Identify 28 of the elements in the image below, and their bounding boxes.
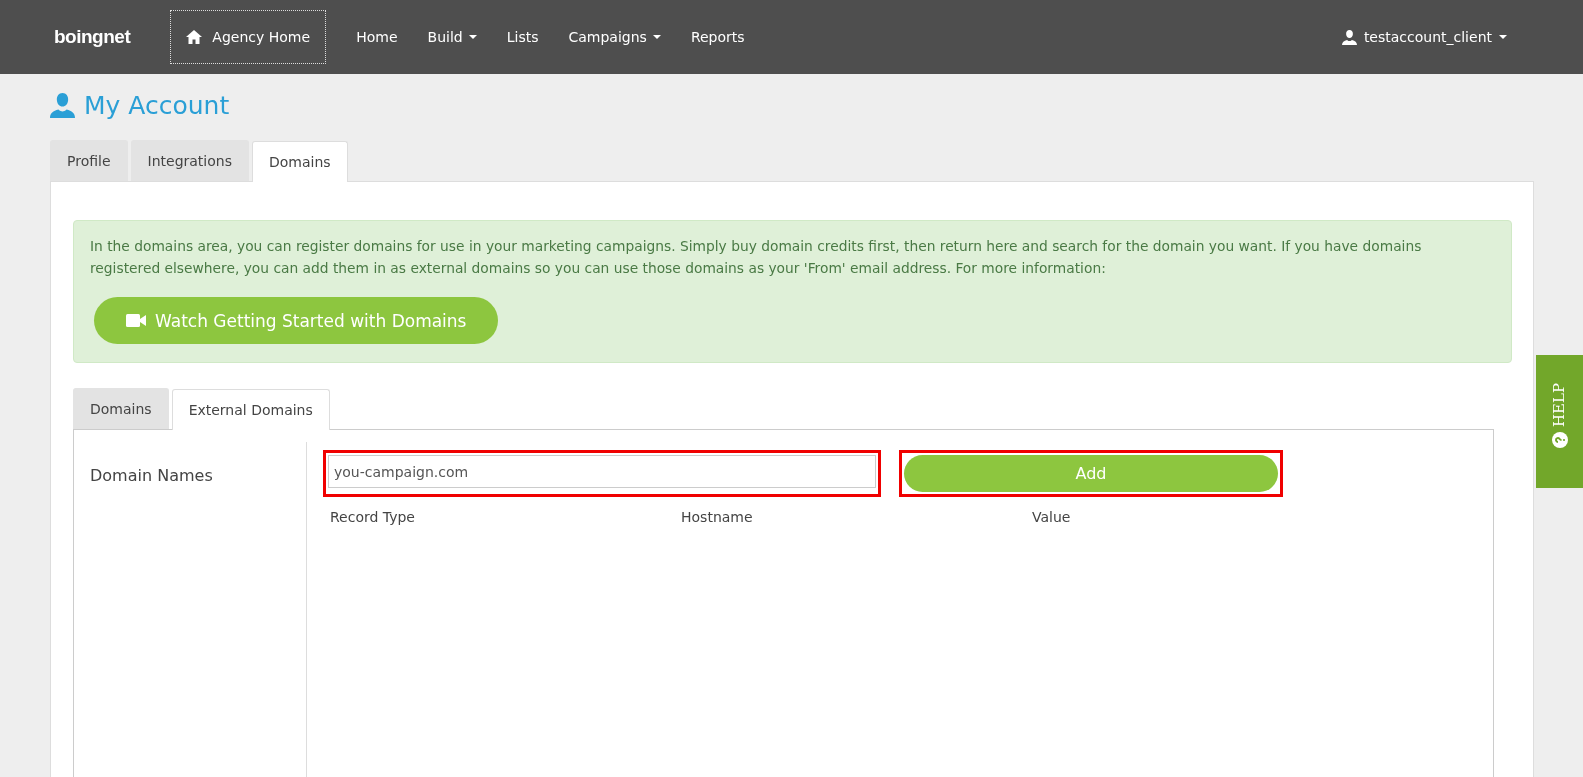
user-icon bbox=[50, 92, 75, 118]
caret-icon bbox=[652, 35, 661, 39]
nav-link[interactable]: Reports bbox=[690, 29, 745, 45]
nav-link[interactable]: Campaigns bbox=[568, 29, 661, 45]
form-label: Domain Names bbox=[90, 466, 213, 485]
page-title: My Account bbox=[84, 90, 230, 120]
tab[interactable]: Domains bbox=[73, 388, 169, 429]
logo[interactable]: boingnet bbox=[54, 26, 131, 48]
user-icon bbox=[1341, 29, 1357, 45]
nav-link[interactable]: Build bbox=[427, 29, 477, 45]
home-icon bbox=[186, 30, 203, 44]
column-header: Record Type bbox=[330, 509, 416, 525]
caret-icon bbox=[468, 35, 477, 39]
column-header: Value bbox=[1032, 509, 1072, 525]
domain-input[interactable]: you-campaign.com bbox=[328, 455, 876, 488]
tab[interactable]: Profile bbox=[50, 140, 128, 181]
tab[interactable]: External Domains bbox=[171, 389, 330, 430]
agency-home-link[interactable]: Agency Home bbox=[170, 10, 327, 64]
question-icon bbox=[1551, 431, 1568, 448]
caret-icon bbox=[1499, 35, 1507, 39]
tab[interactable]: Domains bbox=[251, 141, 348, 182]
user-menu[interactable]: testaccount_client bbox=[1341, 29, 1507, 45]
nav-link[interactable]: Home bbox=[356, 29, 398, 45]
video-camera-icon bbox=[126, 314, 146, 327]
column-header: Hostname bbox=[681, 509, 754, 525]
info-text: In the domains area, you can register domains for use in your marketing campaigns. Simply buy domain credits first, then return here and search for the domain you want. If you have domains registered elsewhere, you can add them in as external domains so you can use those domains as your 'From' email address. For more information: bbox=[90, 237, 1423, 278]
tab[interactable]: Integrations bbox=[130, 140, 249, 181]
nav-link[interactable]: Lists bbox=[506, 29, 539, 45]
